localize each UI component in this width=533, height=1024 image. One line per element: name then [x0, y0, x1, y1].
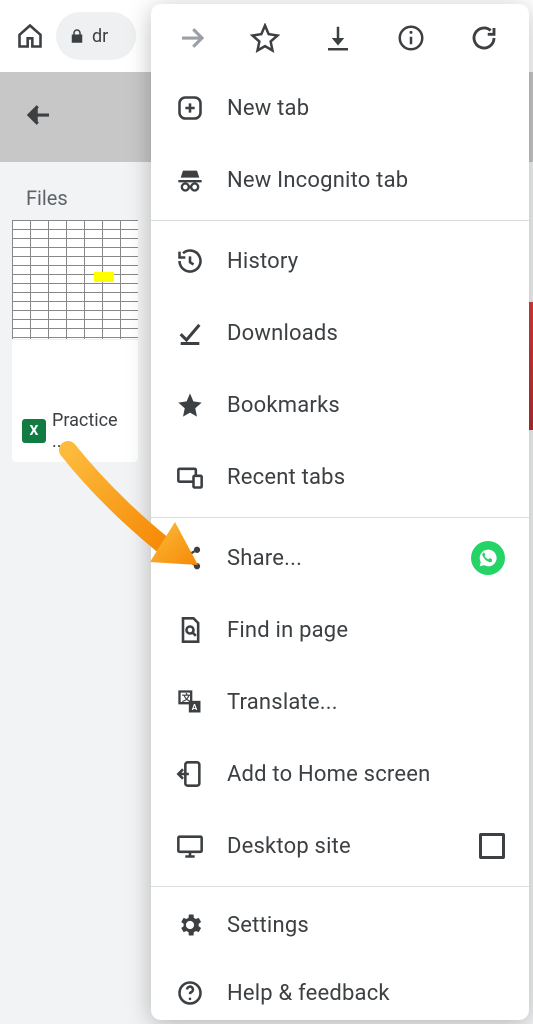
menu-item-add-to-home-screen[interactable]: Add to Home screen — [151, 738, 529, 810]
file-caption: X Practice ... — [12, 340, 138, 452]
download-icon — [323, 23, 353, 53]
menu-item-label: Find in page — [227, 618, 348, 643]
menu-item-list: New tab New Incognito tab History Downlo… — [151, 72, 529, 1020]
menu-item-label: Recent tabs — [227, 465, 345, 490]
add-home-icon — [176, 760, 204, 788]
reload-icon — [469, 23, 499, 53]
menu-item-label: Downloads — [227, 321, 338, 346]
recent-tabs-icon — [176, 463, 204, 491]
svg-text:A: A — [192, 702, 198, 712]
menu-item-label: Desktop site — [227, 834, 351, 859]
menu-item-settings[interactable]: Settings — [151, 891, 529, 959]
menu-item-label: New tab — [227, 96, 309, 121]
menu-item-label: Help & feedback — [227, 981, 390, 1006]
file-name: Practice ... — [52, 410, 128, 452]
menu-divider — [151, 220, 529, 221]
menu-item-find-in-page[interactable]: Find in page — [151, 594, 529, 666]
menu-item-label: New Incognito tab — [227, 168, 408, 193]
menu-item-translate[interactable]: 文A Translate... — [151, 666, 529, 738]
lock-icon — [68, 27, 86, 45]
translate-icon: 文A — [176, 688, 204, 716]
history-icon — [176, 247, 204, 275]
page-info-button[interactable] — [394, 21, 428, 55]
svg-text:文: 文 — [181, 692, 192, 704]
download-button[interactable] — [321, 21, 355, 55]
menu-item-label: Bookmarks — [227, 393, 340, 418]
file-thumbnail — [12, 220, 138, 340]
star-filled-icon — [176, 391, 204, 419]
help-icon — [176, 979, 204, 1007]
menu-item-new-incognito-tab[interactable]: New Incognito tab — [151, 144, 529, 216]
menu-item-recent-tabs[interactable]: Recent tabs — [151, 441, 529, 513]
gear-icon — [176, 911, 204, 939]
share-icon — [176, 544, 204, 572]
desktop-icon — [176, 832, 204, 860]
plus-square-icon — [176, 94, 204, 122]
page-back-button[interactable] — [24, 100, 54, 134]
chrome-overflow-menu: New tab New Incognito tab History Downlo… — [151, 4, 529, 1020]
incognito-icon — [176, 166, 204, 194]
info-icon — [396, 23, 426, 53]
check-underline-icon — [176, 319, 204, 347]
bookmark-star-button[interactable] — [248, 21, 282, 55]
whatsapp-share-button[interactable] — [471, 541, 505, 575]
menu-item-label: Share... — [227, 546, 302, 571]
reload-button[interactable] — [467, 21, 501, 55]
file-card[interactable]: X Practice ... — [12, 220, 138, 462]
menu-item-label: Settings — [227, 913, 309, 938]
excel-icon: X — [22, 419, 46, 443]
menu-item-desktop-site[interactable]: Desktop site — [151, 810, 529, 882]
menu-item-new-tab[interactable]: New tab — [151, 72, 529, 144]
menu-item-help-feedback[interactable]: Help & feedback — [151, 959, 529, 1020]
home-icon — [16, 22, 44, 50]
menu-top-action-row — [151, 4, 529, 72]
menu-item-history[interactable]: History — [151, 225, 529, 297]
menu-item-label: Translate... — [227, 690, 338, 715]
menu-item-downloads[interactable]: Downloads — [151, 297, 529, 369]
menu-item-share[interactable]: Share... — [151, 522, 529, 594]
url-bar[interactable]: dr — [56, 12, 136, 60]
forward-button[interactable] — [175, 21, 209, 55]
menu-item-bookmarks[interactable]: Bookmarks — [151, 369, 529, 441]
menu-divider — [151, 517, 529, 518]
menu-item-label: History — [227, 249, 298, 274]
find-in-page-icon — [176, 616, 204, 644]
forward-icon — [177, 23, 207, 53]
url-text: dr — [92, 26, 108, 47]
menu-item-label: Add to Home screen — [227, 762, 430, 787]
menu-divider — [151, 886, 529, 887]
desktop-site-checkbox[interactable] — [479, 833, 505, 859]
star-icon — [250, 23, 280, 53]
whatsapp-icon — [478, 548, 498, 568]
back-icon — [24, 100, 54, 130]
home-button[interactable] — [10, 16, 50, 56]
